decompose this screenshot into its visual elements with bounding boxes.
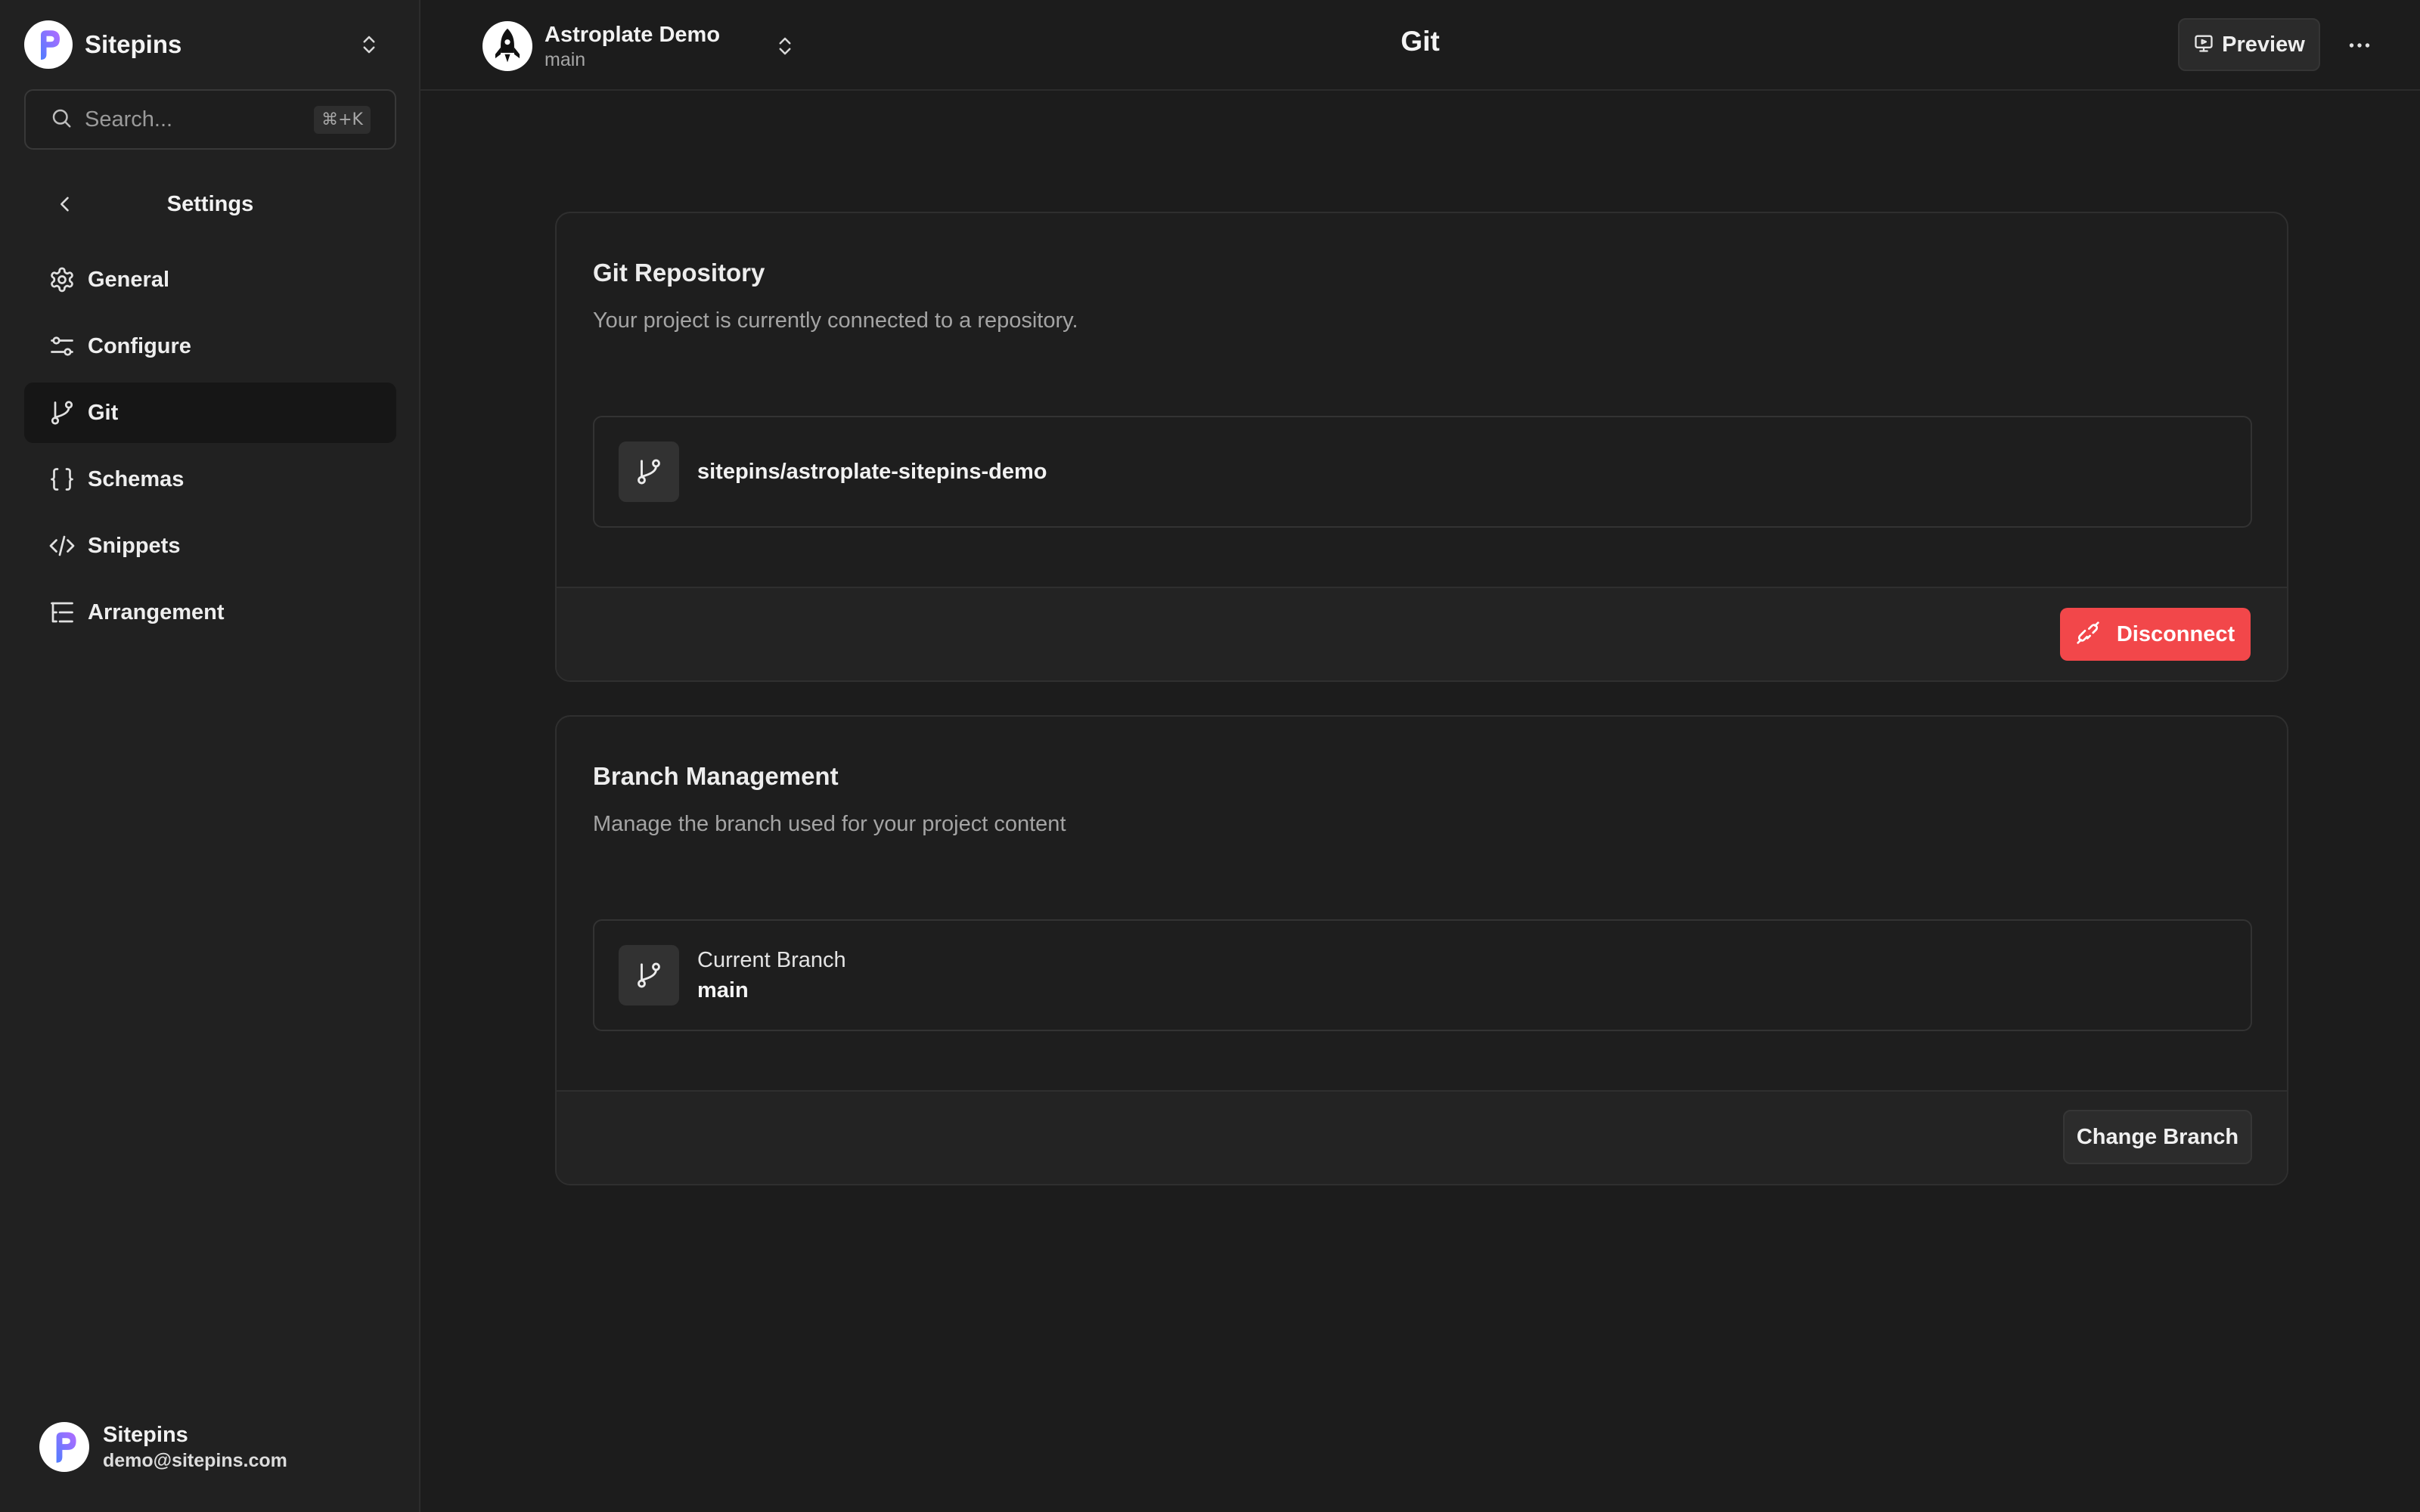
search-shortcut-badge: ⌘+K: [314, 105, 371, 134]
chevrons-up-down-icon: [767, 28, 803, 64]
chevron-left-icon: [60, 197, 69, 212]
unplug-icon: [2076, 621, 2100, 649]
app-root: Sitepins ⌘+K Settings: [0, 0, 2420, 1512]
settings-header: Settings: [24, 181, 396, 227]
git-branch-icon: [47, 398, 77, 428]
avatar: [39, 1422, 89, 1472]
project-branch: main: [544, 49, 586, 70]
sidebar-item-label: Configure: [88, 333, 191, 358]
sidebar-item-label: Snippets: [88, 533, 181, 558]
sidebar-item-label: Schemas: [88, 466, 185, 491]
user-email: demo@sitepins.com: [103, 1450, 287, 1471]
current-branch-info: Current Branch main: [593, 919, 2252, 1031]
git-repository-card: Git Repository Your project is currently…: [555, 212, 2288, 682]
current-branch-value: main: [697, 978, 749, 1002]
code-icon: [47, 531, 77, 561]
change-branch-button[interactable]: Change Branch: [2063, 1110, 2252, 1164]
git-branch-icon: [619, 945, 679, 1005]
search-box[interactable]: ⌘+K: [24, 89, 396, 150]
card-title: Branch Management: [593, 762, 839, 790]
disconnect-button[interactable]: Disconnect: [2060, 608, 2251, 661]
more-options-button[interactable]: [2341, 27, 2378, 64]
card-title: Git Repository: [593, 259, 765, 287]
sidebar-item-schemas[interactable]: Schemas: [24, 449, 396, 510]
sidebar-item-arrangement[interactable]: Arrangement: [24, 582, 396, 643]
rocket-icon: [482, 21, 532, 71]
current-branch-label: Current Branch: [697, 948, 846, 972]
card-footer: Disconnect: [557, 587, 2287, 680]
repository-info: sitepins/astroplate-sitepins-demo: [593, 416, 2252, 528]
ellipsis-icon: [2349, 43, 2370, 48]
sidebar-item-configure[interactable]: Configure: [24, 316, 396, 376]
list-tree-icon: [47, 597, 77, 627]
card-description: Your project is currently connected to a…: [593, 308, 1078, 333]
sidebar-item-git[interactable]: Git: [24, 383, 396, 443]
braces-icon: [47, 464, 77, 494]
sidebar: Sitepins ⌘+K Settings: [0, 0, 420, 1512]
search-icon: [50, 107, 73, 133]
sidebar-item-snippets[interactable]: Snippets: [24, 516, 396, 576]
preview-label: Preview: [2222, 32, 2305, 57]
sliders-icon: [47, 331, 77, 361]
settings-title: Settings: [166, 191, 254, 216]
org-name: Sitepins: [85, 30, 182, 58]
chevrons-up-down-icon: [351, 26, 387, 63]
user-name: Sitepins: [103, 1423, 188, 1447]
project-name: Astroplate Demo: [544, 23, 721, 47]
monitor-icon: [2193, 33, 2214, 57]
back-button[interactable]: [47, 186, 83, 222]
sidebar-item-label: Git: [88, 400, 119, 425]
user-menu[interactable]: Sitepins demo@sitepins.com: [39, 1421, 287, 1473]
repository-name: sitepins/astroplate-sitepins-demo: [697, 459, 1047, 484]
card-footer: Change Branch: [557, 1090, 2287, 1184]
disconnect-label: Disconnect: [2116, 621, 2235, 646]
sidebar-item-label: Arrangement: [88, 600, 225, 624]
sitepins-logo-icon: [24, 20, 73, 69]
branch-management-card: Branch Management Manage the branch used…: [555, 715, 2288, 1185]
search-input[interactable]: [83, 106, 298, 133]
sidebar-item-label: General: [88, 267, 169, 292]
card-description: Manage the branch used for your project …: [593, 812, 1066, 836]
preview-button[interactable]: Preview: [2178, 18, 2320, 71]
org-switcher[interactable]: Sitepins: [24, 20, 387, 70]
sidebar-item-general[interactable]: General: [24, 249, 396, 310]
topbar: Astroplate Demo main Git Preview: [420, 0, 2420, 91]
git-branch-icon: [619, 442, 679, 502]
gear-icon: [47, 265, 77, 295]
project-switcher[interactable]: Astroplate Demo main: [482, 20, 803, 73]
settings-nav: General Configure Git Schemas Snippets A…: [24, 249, 396, 649]
